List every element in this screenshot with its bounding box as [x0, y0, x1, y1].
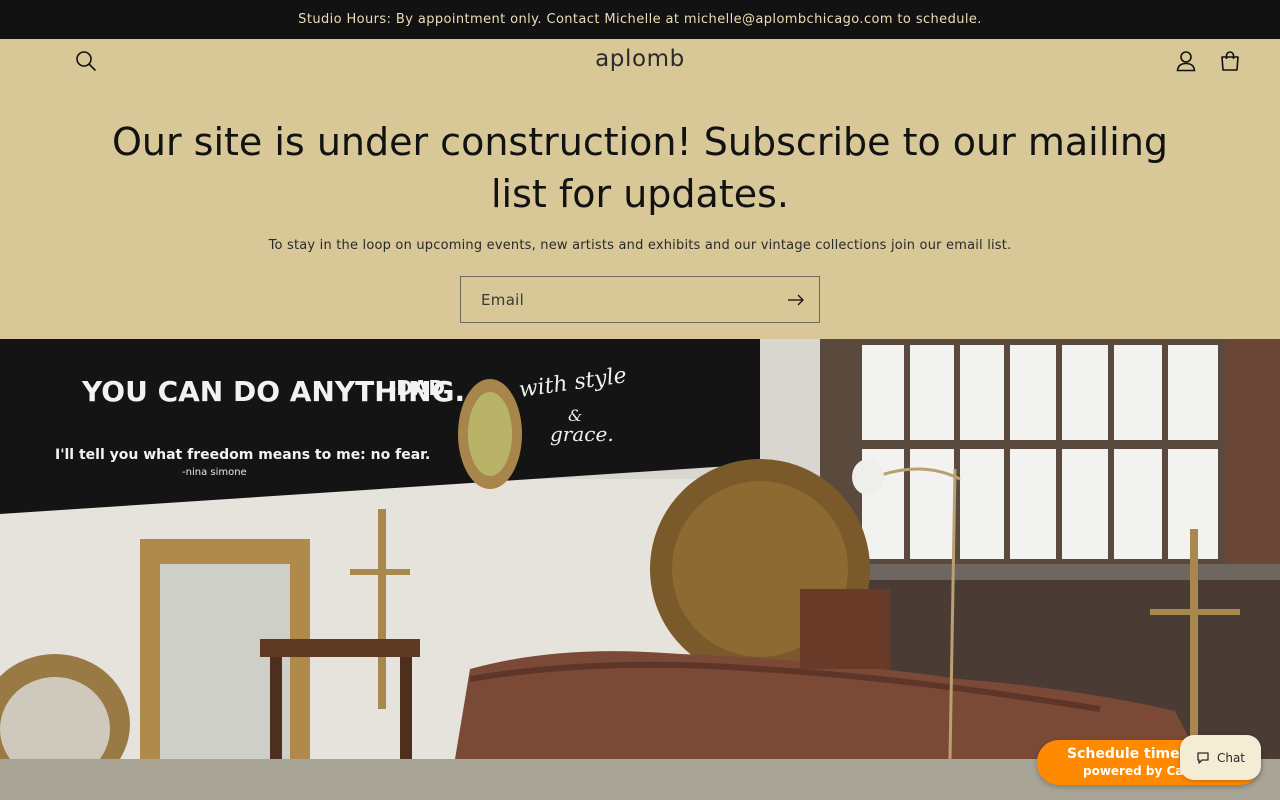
- announcement-bar: Studio Hours: By appointment only. Conta…: [0, 0, 1280, 39]
- cart-button[interactable]: [1215, 46, 1245, 76]
- chalk-quote-3c: grace.: [550, 422, 614, 446]
- email-form: [460, 276, 820, 323]
- subscribe-button[interactable]: [781, 285, 811, 315]
- account-icon: [1176, 51, 1196, 72]
- studio-photo: YOU CAN DO ANYTHING. -DAD I'll tell you …: [0, 339, 1280, 759]
- newsletter-section: Our site is under construction! Subscrib…: [0, 83, 1280, 339]
- chat-label: Chat: [1216, 750, 1246, 765]
- chalk-quote-2: I'll tell you what freedom means to me: …: [55, 447, 430, 463]
- chat-bubble-icon: [1197, 751, 1209, 764]
- scheduler-title: Schedule time w: [1067, 746, 1198, 762]
- newsletter-heading: Our site is under construction! Subscrib…: [111, 120, 1169, 216]
- site-header: aplomb: [0, 39, 1280, 83]
- scheduler-powered-by: powered by Cal: [1083, 764, 1188, 778]
- logo-link[interactable]: aplomb: [595, 46, 685, 72]
- chat-button[interactable]: Chat: [1180, 735, 1261, 780]
- chalk-quote-2-attribution: -nina simone: [182, 467, 247, 478]
- site-logo: aplomb: [0, 46, 1280, 72]
- chalk-quote-1-attribution: -DAD: [388, 376, 445, 400]
- hero-image: YOU CAN DO ANYTHING. -DAD I'll tell you …: [0, 339, 1280, 759]
- arrow-right-icon: [788, 294, 804, 306]
- account-button[interactable]: [1171, 46, 1201, 76]
- announcement-text: Studio Hours: By appointment only. Conta…: [298, 12, 982, 27]
- cart-icon: [1221, 51, 1239, 71]
- newsletter-subtext: To stay in the loop on upcoming events, …: [268, 238, 1012, 253]
- email-input[interactable]: [461, 277, 781, 322]
